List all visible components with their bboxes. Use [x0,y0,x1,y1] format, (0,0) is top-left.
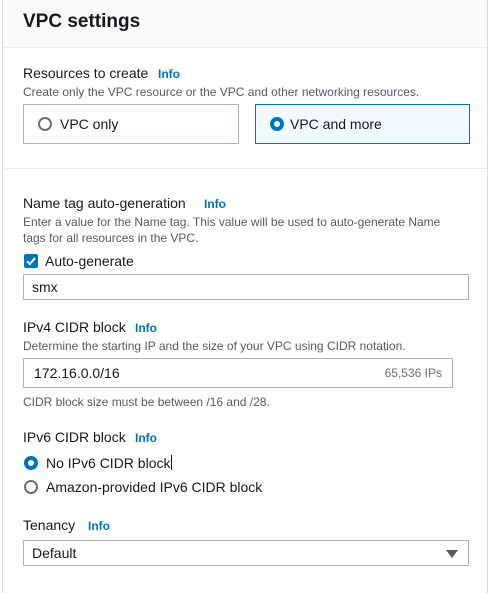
resources-info-link[interactable]: Info [158,67,180,81]
ipv4-description: Determine the starting IP and the size o… [23,339,406,353]
resources-description: Create only the VPC resource or the VPC … [23,85,420,99]
ipv6-info-link[interactable]: Info [135,431,157,445]
radio-icon [24,480,38,494]
option-vpc-and-more-label: VPC and more [290,116,382,132]
name-tag-input[interactable]: smx [23,274,469,300]
option-no-ipv6-label: No IPv6 CIDR block [46,455,173,471]
ipv4-label: IPv4 CIDR block [23,319,126,335]
tenancy-select[interactable]: Default [23,540,469,566]
option-vpc-and-more[interactable]: VPC and more [255,104,470,144]
radio-icon [38,117,52,131]
name-tag-description-line2: tags for all resources in the VPC. [23,231,199,245]
text-cursor [171,455,173,470]
resources-label: Resources to create [23,65,149,81]
ipv4-info-link[interactable]: Info [135,321,157,335]
radio-selected-icon [24,456,38,470]
checkmark-icon [26,257,36,266]
radio-selected-icon [270,117,284,131]
ipv4-hint: CIDR block size must be between /16 and … [23,395,270,409]
panel-header: VPC settings [3,0,487,48]
auto-generate-checkbox[interactable] [24,254,38,268]
ipv4-ip-count: 65,536 IPs [384,366,442,380]
ipv4-cidr-input[interactable]: 172.16.0.0/16 65,536 IPs [23,358,453,388]
tenancy-value: Default [32,545,77,561]
ipv6-label: IPv6 CIDR block [23,429,126,445]
tenancy-label: Tenancy [23,517,76,533]
name-tag-label: Name tag auto-generation [23,195,186,211]
caret-down-icon [446,550,458,558]
vpc-settings-panel: VPC settings Resources to create Info Cr… [2,0,488,593]
panel-title: VPC settings [23,11,141,32]
auto-generate-label: Auto-generate [45,253,134,269]
section-divider [3,168,487,169]
tenancy-info-link[interactable]: Info [88,519,110,533]
name-tag-info-link[interactable]: Info [204,197,226,211]
name-tag-description-line1: Enter a value for the Name tag. This val… [23,215,441,229]
option-vpc-only[interactable]: VPC only [23,104,239,144]
option-vpc-only-label: VPC only [60,116,119,132]
option-amazon-ipv6-label: Amazon-provided IPv6 CIDR block [46,479,263,495]
ipv4-cidr-value: 172.16.0.0/16 [34,365,120,381]
